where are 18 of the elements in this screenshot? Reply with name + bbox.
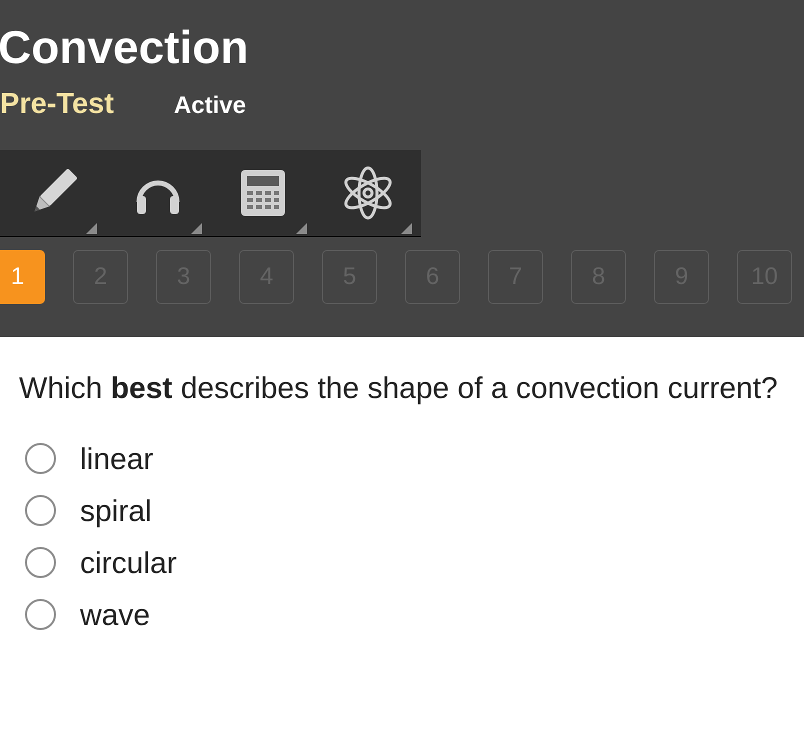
answer-option-label[interactable]: linear bbox=[80, 442, 154, 474]
calculator-icon bbox=[240, 170, 284, 216]
corner-triangle-icon bbox=[86, 223, 97, 234]
atom-icon bbox=[342, 165, 392, 221]
corner-triangle-icon bbox=[401, 223, 412, 234]
question-number-button[interactable]: 1 bbox=[0, 250, 45, 304]
corner-triangle-icon bbox=[191, 223, 202, 234]
question-text: Which best describes the shape of a convection current? bbox=[19, 374, 778, 404]
radio-button[interactable] bbox=[25, 598, 56, 630]
status-label: Active bbox=[174, 94, 246, 118]
answer-option-label[interactable]: wave bbox=[80, 598, 150, 630]
corner-triangle-icon bbox=[296, 223, 307, 234]
answer-option-label[interactable]: spiral bbox=[80, 494, 152, 526]
answer-option-label[interactable]: circular bbox=[80, 546, 177, 578]
radio-button[interactable] bbox=[25, 494, 56, 526]
radio-button[interactable] bbox=[25, 546, 56, 578]
test-type-label: Pre-Test bbox=[0, 90, 114, 119]
radio-button[interactable] bbox=[25, 442, 56, 474]
